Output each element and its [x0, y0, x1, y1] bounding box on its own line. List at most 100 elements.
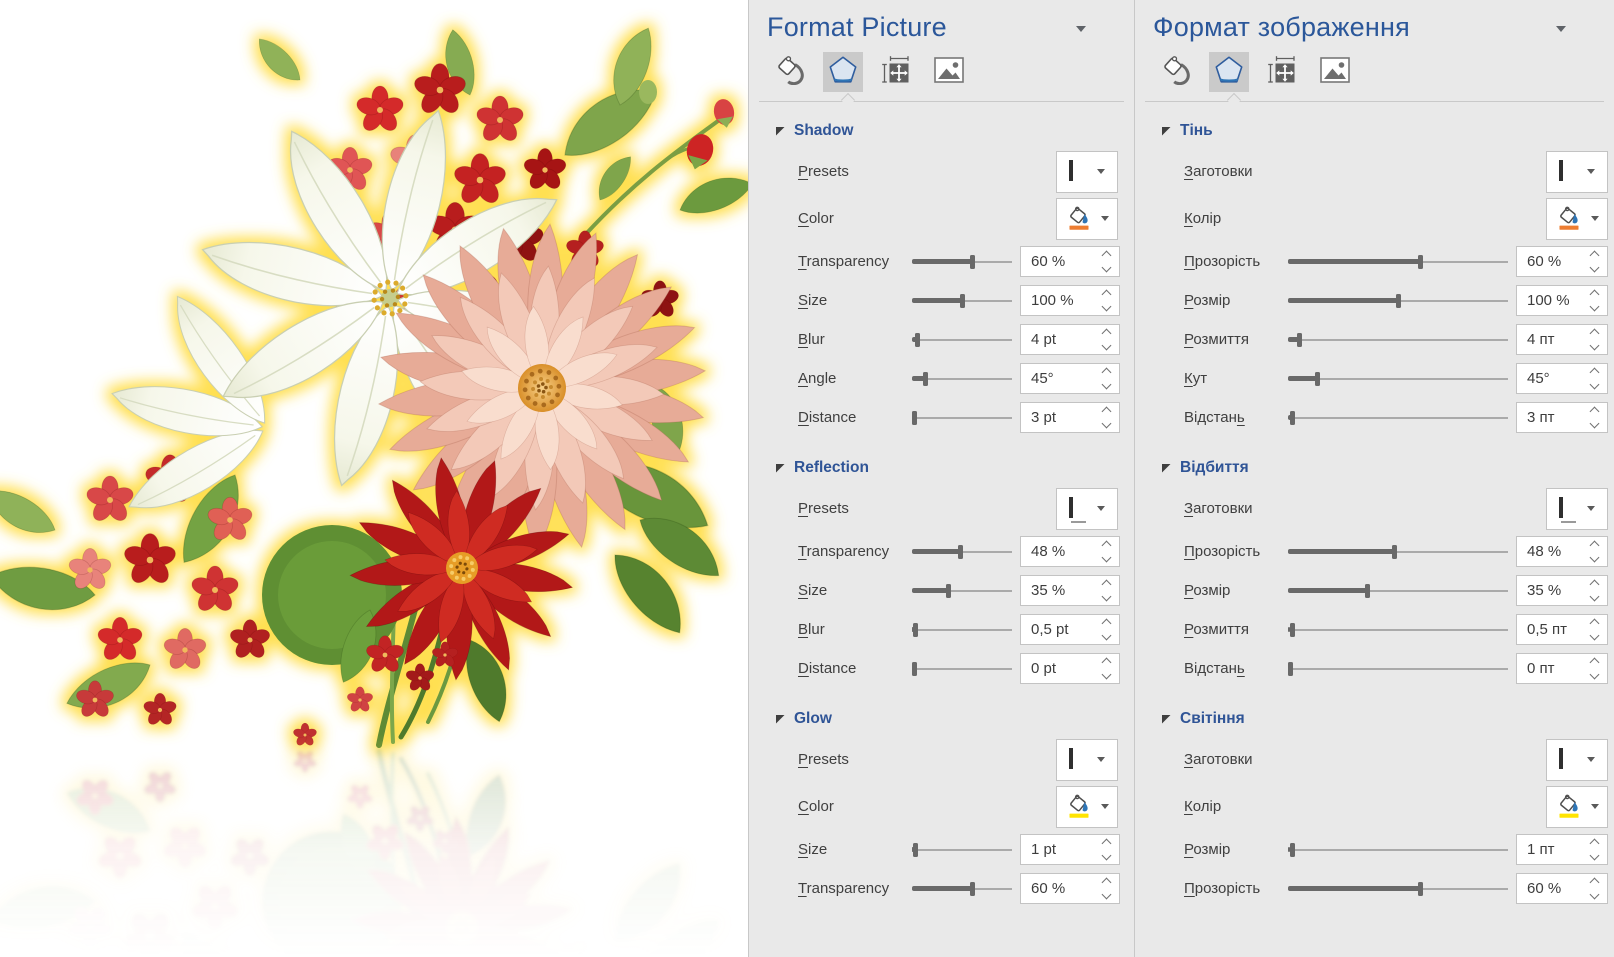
spin-up-icon[interactable]	[1102, 658, 1112, 668]
slider-thumb[interactable]	[912, 411, 917, 425]
spin-field[interactable]: 48 %	[1020, 536, 1120, 567]
spin-up-icon[interactable]	[1102, 541, 1112, 551]
spin-down-icon[interactable]	[1102, 419, 1112, 429]
slider-thumb[interactable]	[1290, 623, 1295, 637]
spin-field[interactable]: 60 %	[1516, 246, 1608, 277]
presets-button[interactable]	[1056, 739, 1118, 781]
slider[interactable]	[1288, 332, 1508, 348]
spin-up-icon[interactable]	[1590, 407, 1600, 417]
slider-thumb[interactable]	[1315, 372, 1320, 386]
spin-up-icon[interactable]	[1590, 619, 1600, 629]
tab-effects[interactable]	[1209, 52, 1249, 92]
slider[interactable]	[912, 293, 1012, 309]
slider-thumb[interactable]	[946, 584, 951, 598]
section-header[interactable]: Reflection	[757, 453, 1120, 485]
slider[interactable]	[1288, 254, 1508, 270]
tab-picture[interactable]	[929, 52, 969, 92]
presets-button[interactable]	[1546, 488, 1608, 530]
spin-down-icon[interactable]	[1102, 851, 1112, 861]
section-header[interactable]: Shadow	[757, 116, 1120, 148]
section-header[interactable]: Відбиття	[1143, 453, 1608, 485]
tab-layout-properties[interactable]	[1262, 52, 1302, 92]
spin-up-icon[interactable]	[1590, 839, 1600, 849]
spin-field[interactable]: 100 %	[1516, 285, 1608, 316]
spin-down-icon[interactable]	[1590, 419, 1600, 429]
tab-fill-line[interactable]	[770, 52, 810, 92]
spin-up-icon[interactable]	[1590, 290, 1600, 300]
tab-fill-line[interactable]	[1156, 52, 1196, 92]
spin-up-icon[interactable]	[1590, 251, 1600, 261]
spin-up-icon[interactable]	[1590, 368, 1600, 378]
color-button[interactable]	[1056, 786, 1118, 828]
spin-down-icon[interactable]	[1590, 341, 1600, 351]
spin-down-icon[interactable]	[1590, 380, 1600, 390]
slider-thumb[interactable]	[1290, 411, 1295, 425]
spin-down-icon[interactable]	[1590, 890, 1600, 900]
slider[interactable]	[912, 410, 1012, 426]
tab-picture[interactable]	[1315, 52, 1355, 92]
spin-down-icon[interactable]	[1590, 851, 1600, 861]
slider-thumb[interactable]	[1288, 662, 1293, 676]
slider-thumb[interactable]	[970, 882, 975, 896]
slider-thumb[interactable]	[1418, 255, 1423, 269]
spin-field[interactable]: 60 %	[1516, 873, 1608, 904]
spin-field[interactable]: 35 %	[1020, 575, 1120, 606]
slider-thumb[interactable]	[1392, 545, 1397, 559]
spin-up-icon[interactable]	[1102, 839, 1112, 849]
spin-down-icon[interactable]	[1102, 670, 1112, 680]
slider[interactable]	[1288, 881, 1508, 897]
spin-up-icon[interactable]	[1590, 541, 1600, 551]
slider[interactable]	[912, 544, 1012, 560]
chevron-down-icon[interactable]	[1556, 26, 1566, 32]
slider[interactable]	[912, 622, 1012, 638]
slider[interactable]	[1288, 842, 1508, 858]
section-header[interactable]: Glow	[757, 704, 1120, 736]
slider[interactable]	[1288, 293, 1508, 309]
spin-up-icon[interactable]	[1590, 878, 1600, 888]
slider[interactable]	[912, 842, 1012, 858]
spin-up-icon[interactable]	[1102, 329, 1112, 339]
slider[interactable]	[912, 661, 1012, 677]
slider[interactable]	[912, 371, 1012, 387]
spin-field[interactable]: 48 %	[1516, 536, 1608, 567]
spin-up-icon[interactable]	[1102, 251, 1112, 261]
slider[interactable]	[1288, 622, 1508, 638]
slider[interactable]	[1288, 661, 1508, 677]
spin-up-icon[interactable]	[1102, 407, 1112, 417]
presets-button[interactable]	[1546, 151, 1608, 193]
tab-layout-properties[interactable]	[876, 52, 916, 92]
slider-thumb[interactable]	[913, 843, 918, 857]
spin-down-icon[interactable]	[1590, 553, 1600, 563]
spin-down-icon[interactable]	[1102, 380, 1112, 390]
spin-down-icon[interactable]	[1102, 890, 1112, 900]
spin-field[interactable]: 1 пт	[1516, 834, 1608, 865]
spin-field[interactable]: 0 pt	[1020, 653, 1120, 684]
spin-down-icon[interactable]	[1102, 631, 1112, 641]
spin-field[interactable]: 3 pt	[1020, 402, 1120, 433]
spin-field[interactable]: 0 пт	[1516, 653, 1608, 684]
section-header[interactable]: Світіння	[1143, 704, 1608, 736]
presets-button[interactable]	[1056, 488, 1118, 530]
slider-thumb[interactable]	[915, 333, 920, 347]
selected-picture-flowers[interactable]	[0, 0, 748, 957]
slider[interactable]	[912, 881, 1012, 897]
spin-field[interactable]: 60 %	[1020, 246, 1120, 277]
spin-field[interactable]: 1 pt	[1020, 834, 1120, 865]
spin-up-icon[interactable]	[1102, 368, 1112, 378]
tab-effects[interactable]	[823, 52, 863, 92]
spin-down-icon[interactable]	[1102, 592, 1112, 602]
spin-down-icon[interactable]	[1590, 631, 1600, 641]
spin-field[interactable]: 45°	[1516, 363, 1608, 394]
slider-thumb[interactable]	[970, 255, 975, 269]
spin-down-icon[interactable]	[1590, 263, 1600, 273]
slider[interactable]	[1288, 583, 1508, 599]
slider-thumb[interactable]	[912, 662, 917, 676]
spin-field[interactable]: 60 %	[1020, 873, 1120, 904]
color-button[interactable]	[1546, 786, 1608, 828]
slider-thumb[interactable]	[1418, 882, 1423, 896]
spin-down-icon[interactable]	[1102, 302, 1112, 312]
spin-field[interactable]: 3 пт	[1516, 402, 1608, 433]
spin-down-icon[interactable]	[1102, 341, 1112, 351]
slider-thumb[interactable]	[1297, 333, 1302, 347]
spin-up-icon[interactable]	[1590, 580, 1600, 590]
